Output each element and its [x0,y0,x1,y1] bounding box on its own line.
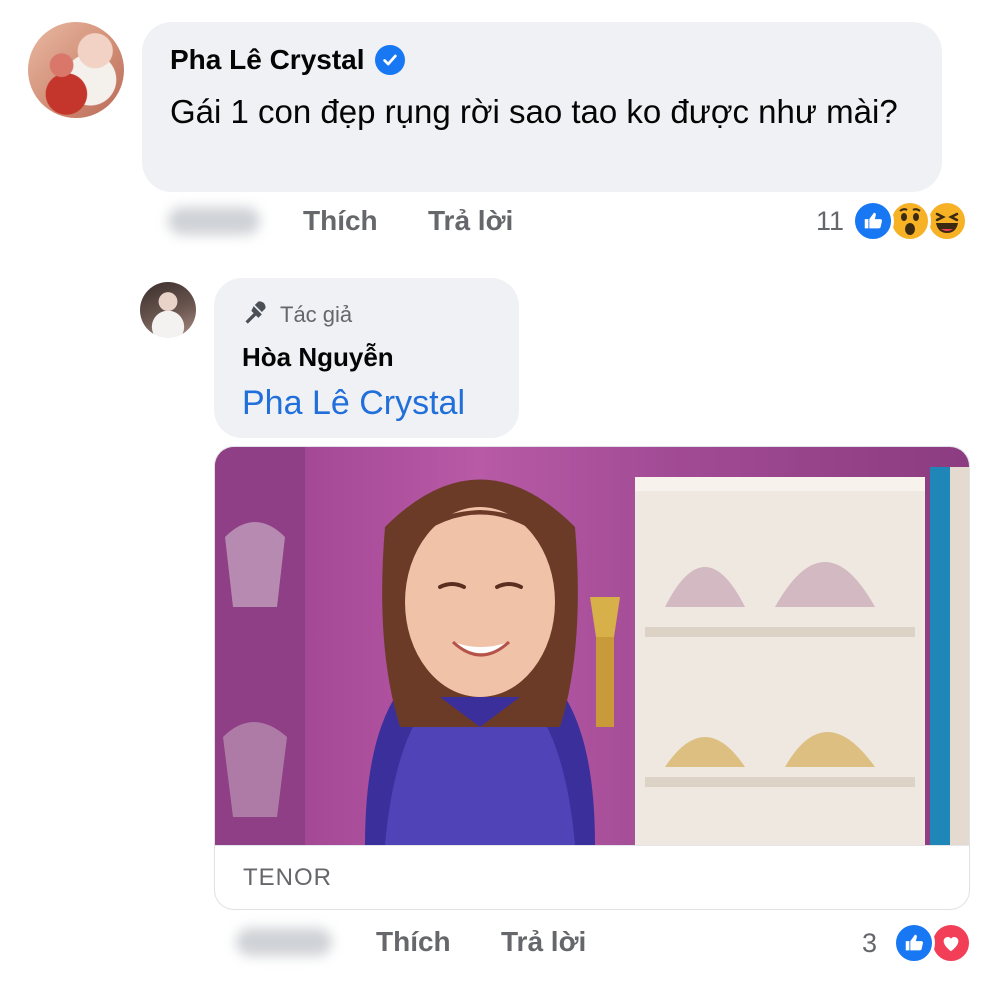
verified-badge-icon [374,45,405,75]
commenter-avatar[interactable] [28,22,124,118]
like-button[interactable]: Thích [303,205,378,237]
haha-icon[interactable] [926,200,968,242]
gif-source-label: TENOR [243,864,332,891]
reply-author-name[interactable]: Hòa Nguyễn [242,342,394,373]
reply-button[interactable]: Trả lời [501,926,586,958]
gif-image[interactable] [215,447,969,845]
author-badge: Tác giả [242,298,352,332]
author-badge-label: Tác giả [280,302,353,327]
reaction-count[interactable]: 3 [862,928,877,959]
gif-footer: TENOR [215,845,969,909]
comment-timestamp-blurred [168,207,260,235]
love-icon[interactable] [930,922,972,964]
mention-link[interactable]: Pha Lê Crystal [242,384,465,423]
wow-icon[interactable] [889,200,931,242]
reply-timestamp-blurred [236,928,332,956]
like-icon[interactable] [893,922,935,964]
comment-author-name[interactable]: Pha Lê Crystal [170,44,365,76]
gif-attachment[interactable]: TENOR [214,446,970,910]
reply-author-avatar[interactable] [140,282,196,338]
like-icon[interactable] [852,200,894,242]
reply-button[interactable]: Trả lời [428,205,513,237]
microphone-icon [242,298,270,332]
comment-text: Gái 1 con đẹp rụng rời sao tao ko được n… [170,93,898,130]
like-button[interactable]: Thích [376,926,451,958]
comment-author[interactable]: Pha Lê Crystal [170,44,405,76]
reaction-count[interactable]: 11 [816,206,844,237]
